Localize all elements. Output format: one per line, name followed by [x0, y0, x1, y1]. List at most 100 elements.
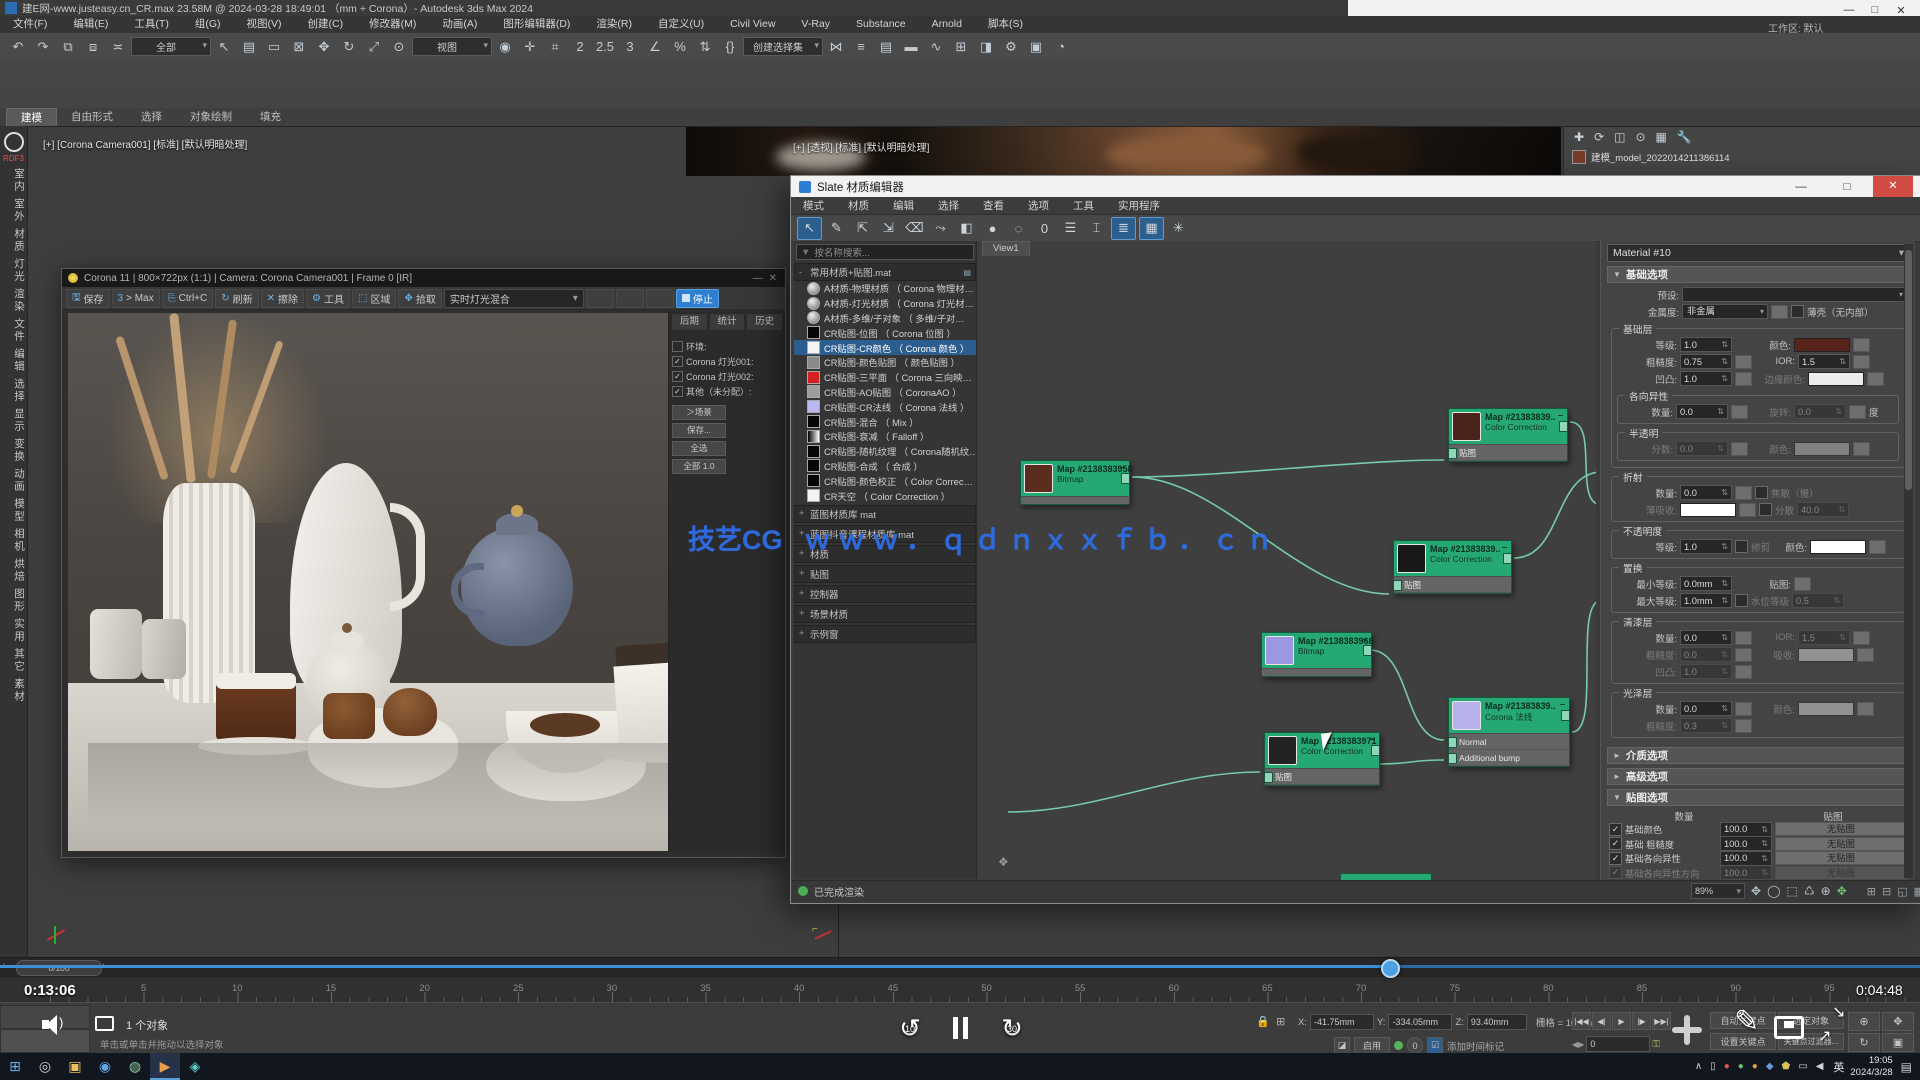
vfb-tab[interactable]: 后期: [671, 313, 708, 331]
toolbar-icon[interactable]: ▤: [237, 36, 261, 58]
ribbon-icon-small[interactable]: [106, 90, 130, 107]
ribbon-icon-small[interactable]: [581, 90, 605, 107]
ribbon-icon[interactable]: [411, 62, 437, 87]
slate-toolbar-icon[interactable]: ◌: [1007, 218, 1030, 239]
vfb-tab[interactable]: 历史: [746, 313, 783, 331]
map-enable-checkbox[interactable]: ✓: [1609, 837, 1622, 850]
graph-node[interactable]: Map #2138383968Bitmap–: [1261, 632, 1372, 677]
material-list-item[interactable]: CR贴图-颜色校正 （ Color Correc…: [794, 473, 976, 488]
material-list-item[interactable]: CR贴图-CR法线 （ Corona 法线 ）: [794, 399, 976, 414]
go-end-button[interactable]: ▶▶|: [1652, 1012, 1671, 1030]
x-coord-field[interactable]: -41.75mm: [1310, 1014, 1374, 1030]
slate-close-button[interactable]: ✕: [1873, 176, 1913, 197]
material-search[interactable]: ▼按名称搜索...: [796, 244, 974, 260]
ribbon-icon[interactable]: [681, 62, 707, 87]
ribbon-icon-small[interactable]: [406, 90, 430, 107]
param-dropdown[interactable]: 非金属: [1682, 304, 1768, 319]
command-panel-tab[interactable]: 🔧: [1677, 130, 1692, 144]
vfb-lightmix-combo[interactable]: 实时灯光混合▾: [444, 289, 584, 308]
key-mode-icon[interactable]: ⚿: [1652, 1039, 1660, 1050]
menu-item[interactable]: 动画(A): [429, 16, 490, 33]
taskbar-app-icon[interactable]: ▣: [60, 1053, 90, 1080]
toolbar-icon[interactable]: 2: [568, 36, 592, 58]
ribbon-icon[interactable]: [357, 62, 383, 87]
video-progress-remaining[interactable]: [1388, 965, 1920, 968]
menu-item[interactable]: 编辑(E): [60, 16, 121, 33]
node-output-socket[interactable]: [1503, 553, 1512, 564]
toolbar-icon[interactable]: ⊠: [287, 36, 311, 58]
node-output-socket[interactable]: [1559, 421, 1568, 432]
param-spinner[interactable]: 0.0⇅: [1680, 647, 1732, 662]
node-input-socket[interactable]: [1393, 580, 1402, 591]
graph-node[interactable]: Map #21383839..Color Correction–贴图: [1393, 540, 1512, 594]
param-spinner[interactable]: 1.5⇅: [1798, 354, 1850, 369]
slate-corner-icon[interactable]: ⊟: [1882, 885, 1891, 898]
map-enable-checkbox[interactable]: ✓: [1609, 866, 1622, 879]
slate-toolbar-icon[interactable]: ⇱: [851, 218, 874, 239]
slate-toolbar-icon[interactable]: 0: [1033, 218, 1056, 239]
map-enable-checkbox[interactable]: ✓: [1609, 852, 1622, 865]
map-button[interactable]: 无贴图: [1775, 837, 1907, 851]
ribbon-icon-small[interactable]: [181, 90, 205, 107]
param-spinner[interactable]: 0.0⇅: [1680, 630, 1732, 645]
ribbon-icon-small[interactable]: [256, 90, 280, 107]
param-color-swatch[interactable]: [1798, 648, 1854, 662]
toolbar-icon[interactable]: ≍: [106, 36, 130, 58]
plugin-tab[interactable]: 动画: [0, 468, 27, 493]
ribbon-icon[interactable]: [303, 62, 329, 87]
ribbon-icon-small[interactable]: [81, 90, 105, 107]
node-input-row[interactable]: 贴图: [1449, 445, 1567, 461]
node-collapse-icon[interactable]: –: [1560, 699, 1565, 709]
param-map-slot[interactable]: [1857, 702, 1874, 716]
map-amount-spinner[interactable]: 100.0⇅: [1720, 865, 1772, 880]
viewport-nav-icon[interactable]: ✥: [1882, 1012, 1914, 1031]
slate-nav-icon[interactable]: ✥: [1837, 884, 1847, 898]
ribbon-icon-small[interactable]: [981, 90, 1005, 107]
toolbar-icon[interactable]: ◉: [493, 36, 517, 58]
map-amount-spinner[interactable]: 100.0⇅: [1720, 822, 1772, 837]
toolbar-icon[interactable]: {}: [718, 36, 742, 58]
toolbar-icon[interactable]: ⋈: [824, 36, 848, 58]
param-map-slot[interactable]: [1731, 442, 1748, 456]
param-spinner[interactable]: 0.0mm⇅: [1680, 576, 1732, 591]
toolbar-icon[interactable]: ✥: [312, 36, 336, 58]
taskbar-app-icon[interactable]: ⊞: [0, 1053, 30, 1080]
tray-icon[interactable]: ●: [1724, 1061, 1730, 1072]
ribbon-icon[interactable]: [843, 62, 869, 87]
tray-icon[interactable]: ●: [1738, 1061, 1744, 1072]
param-map-slot[interactable]: [1735, 372, 1752, 386]
toolbar-icon[interactable]: ▭: [262, 36, 286, 58]
ribbon-icon[interactable]: [222, 62, 248, 87]
rewind-10-button[interactable]: ↺10: [894, 1012, 926, 1044]
toolbar-icon[interactable]: ⧈: [81, 36, 105, 58]
node-input-socket[interactable]: [1264, 772, 1273, 783]
material-list-item[interactable]: CR贴图-混合 （ Mix ）: [794, 414, 976, 429]
ribbon-icon[interactable]: [33, 62, 59, 87]
ribbon-icon[interactable]: [1194, 62, 1220, 87]
node-view-tab[interactable]: View1: [982, 241, 1030, 256]
lightmix-checkbox[interactable]: ✓: [672, 371, 683, 382]
param-color-swatch[interactable]: [1808, 372, 1864, 386]
plugin-tab[interactable]: 其它: [0, 648, 27, 673]
map-button[interactable]: 无贴图: [1775, 822, 1907, 836]
ribbon-icon[interactable]: [627, 62, 653, 87]
slate-nav-icon[interactable]: ♺: [1804, 884, 1815, 898]
ribbon-icon[interactable]: [1059, 62, 1085, 87]
command-panel-tab[interactable]: ◫: [1614, 130, 1625, 144]
ribbon-icon-small[interactable]: [331, 90, 355, 107]
param-checkbox[interactable]: [1791, 305, 1804, 318]
ribbon-tab[interactable]: 填充: [246, 108, 295, 126]
ribbon-icon-small[interactable]: [631, 90, 655, 107]
vfb-toolbar-button[interactable]: ⚙ 工具: [306, 289, 350, 308]
param-spinner[interactable]: 0.0⇅: [1680, 485, 1732, 500]
taskbar-app-icon[interactable]: ◎: [30, 1053, 60, 1080]
param-map-slot[interactable]: [1735, 702, 1752, 716]
menu-item[interactable]: Arnold: [919, 16, 975, 33]
toolbar-icon[interactable]: ✛: [518, 36, 542, 58]
graph-node[interactable]: Map #21383839..Color Correction–贴图: [1448, 408, 1568, 462]
material-list-item[interactable]: CR贴图-颜色贴图 （ 颜色贴图 ）: [794, 355, 976, 370]
ribbon-icon-small[interactable]: [306, 90, 330, 107]
material-list-item[interactable]: CR贴图-位图 （ Corona 位图 ）: [794, 325, 976, 340]
ribbon-icon[interactable]: [438, 62, 464, 87]
plugin-tab[interactable]: 实用: [0, 618, 27, 643]
